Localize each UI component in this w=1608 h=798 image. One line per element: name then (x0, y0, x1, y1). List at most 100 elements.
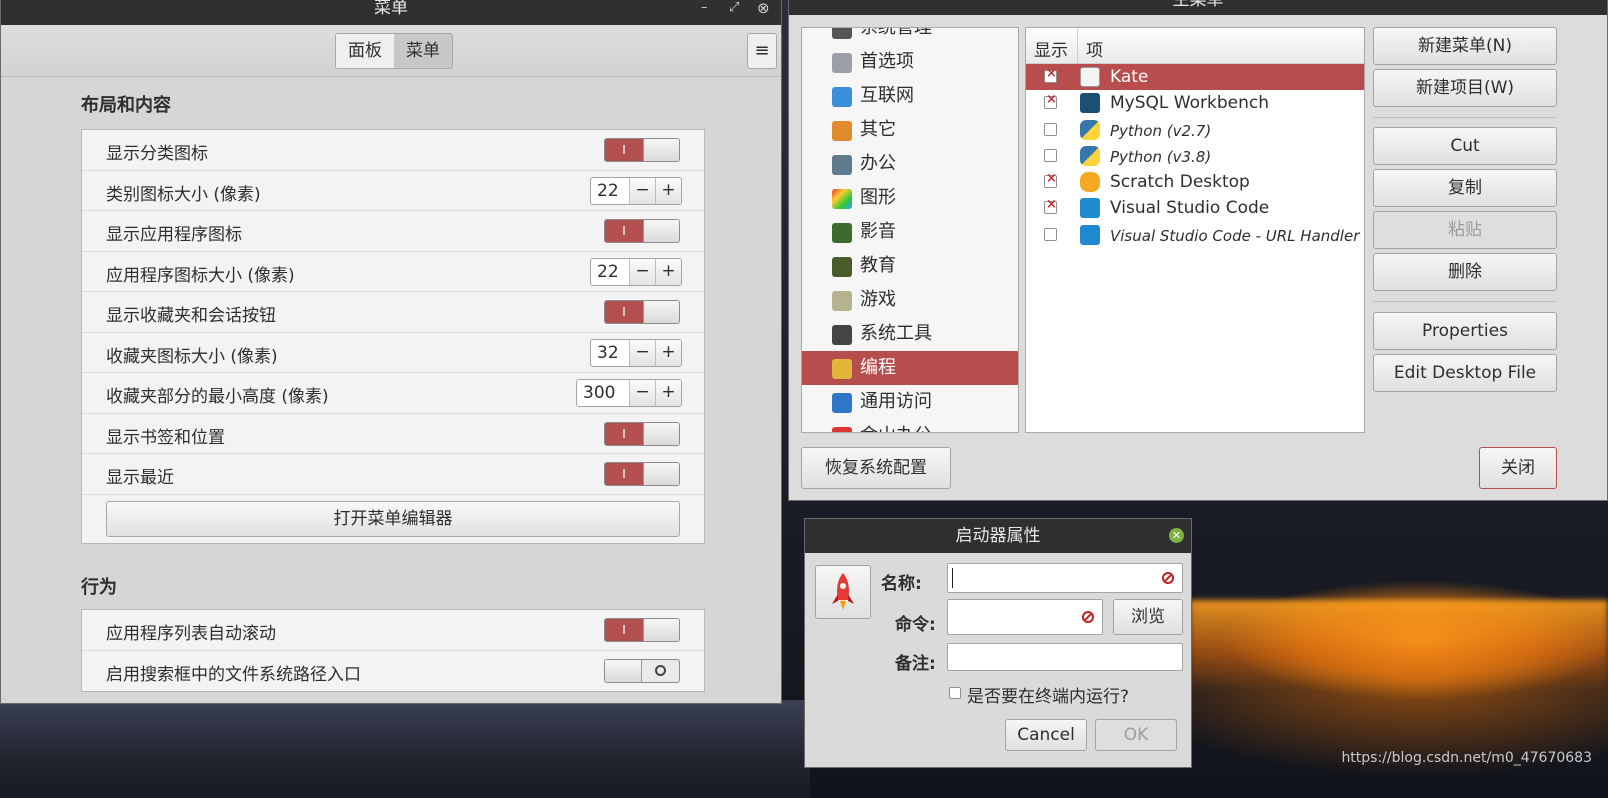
games-icon (832, 291, 852, 311)
show-checkbox[interactable] (1044, 171, 1057, 189)
education-icon (832, 257, 852, 277)
name-field[interactable] (947, 563, 1183, 593)
comment-label: 备注: (895, 654, 936, 674)
category-item-wps[interactable]: 金山办公 (802, 419, 1018, 432)
list-item[interactable]: Visual Studio Code (1026, 195, 1364, 221)
new-item-button[interactable]: 新建项目(W) (1373, 69, 1557, 107)
comment-field[interactable] (947, 643, 1183, 671)
tab-menu[interactable]: 菜单 (394, 34, 452, 68)
button-separator (1373, 301, 1557, 302)
toggle-switch[interactable]: I (604, 219, 680, 243)
spin-value[interactable]: 22 (591, 259, 629, 285)
switch-on-indicator: I (605, 301, 643, 323)
switch-knob (643, 139, 679, 161)
watermark: https://blog.csdn.net/m0_47670683 (1341, 750, 1592, 766)
spin-value[interactable]: 300 (577, 380, 629, 406)
column-header-show[interactable]: 显示 (1034, 36, 1068, 61)
toggle-switch[interactable]: I (604, 138, 680, 162)
close-icon[interactable]: ✕ (1169, 528, 1184, 543)
increment-button[interactable]: + (655, 258, 681, 285)
decrement-button[interactable]: − (629, 380, 655, 406)
spin-value[interactable]: 22 (591, 178, 629, 204)
toggle-switch[interactable]: I (604, 300, 680, 324)
command-field[interactable] (947, 599, 1103, 635)
setting-row: 应用程序列表自动滚动 I (82, 610, 704, 651)
cut-button[interactable]: Cut (1373, 127, 1557, 165)
spin-button: 22 − + (590, 176, 682, 205)
window-title: 菜单 (374, 0, 408, 18)
minimize-icon[interactable]: – (701, 0, 708, 21)
list-item[interactable]: MySQL Workbench (1026, 90, 1364, 116)
toggle-switch[interactable]: I (604, 421, 680, 446)
category-item-accessibility[interactable]: 通用访问 (802, 385, 1018, 419)
delete-button[interactable]: 删除 (1373, 253, 1557, 291)
show-checkbox[interactable] (1044, 148, 1057, 162)
list-item[interactable]: Visual Studio Code - URL Handler (1026, 222, 1364, 248)
open-menu-editor-button[interactable]: 打开菜单编辑器 (106, 500, 680, 537)
category-label: 办公 (860, 153, 896, 174)
list-item[interactable]: Python (v2.7) (1026, 117, 1364, 143)
spin-button: 32 − + (590, 338, 682, 367)
column-header-item[interactable]: 项 (1086, 36, 1103, 61)
list-item[interactable]: Kate (1026, 64, 1364, 91)
toggle-switch[interactable]: I (604, 618, 680, 642)
menu-window-titlebar: 菜单 – ⤢ ⊗ (1, 0, 781, 25)
browse-button[interactable]: 浏览 (1113, 599, 1183, 635)
decrement-button[interactable]: − (629, 258, 655, 285)
spin-value[interactable]: 32 (591, 340, 629, 366)
close-button[interactable]: 关闭 (1479, 447, 1557, 489)
list-item[interactable]: Python (v3.8) (1026, 143, 1364, 169)
switch-on-indicator: I (605, 463, 643, 485)
main-menu-editor-window: 主菜单 系统管理 首选项 互联网 其它 办公 图形 影音 教育 游戏 系统工具 … (788, 0, 1608, 501)
category-item-games[interactable]: 游戏 (802, 283, 1018, 317)
maximize-icon[interactable]: ⤢ (729, 0, 739, 21)
hamburger-menu-icon[interactable]: ≡ (747, 33, 777, 69)
launcher-icon-button[interactable] (815, 565, 871, 619)
paste-button[interactable]: 粘贴 (1373, 211, 1557, 249)
category-item-graphics[interactable]: 图形 (802, 181, 1018, 215)
category-item-system-tools[interactable]: 系统工具 (802, 317, 1018, 351)
new-menu-button[interactable]: 新建菜单(N) (1373, 27, 1557, 65)
spin-button: 22 − + (590, 257, 682, 286)
list-item[interactable]: Scratch Desktop (1026, 169, 1364, 195)
category-list[interactable]: 系统管理 首选项 互联网 其它 办公 图形 影音 教育 游戏 系统工具 编程 通… (801, 27, 1019, 433)
category-item-other[interactable]: 其它 (802, 113, 1018, 147)
show-checkbox[interactable] (1044, 122, 1057, 136)
toggle-switch[interactable] (604, 658, 680, 683)
category-item-multimedia[interactable]: 影音 (802, 215, 1018, 249)
items-list[interactable]: 显示 项 Kate MySQL Workbench Python (v2.7) … (1025, 27, 1365, 433)
setting-label: 应用程序图标大小 (像素) (106, 265, 295, 286)
behavior-settings-panel: 应用程序列表自动滚动 I 启用搜索框中的文件系统路径入口 (81, 609, 705, 692)
terminal-checkbox[interactable] (949, 687, 961, 699)
toggle-switch[interactable]: I (604, 462, 680, 486)
terminal-label: 是否要在终端内运行? (967, 687, 1130, 707)
show-checkbox[interactable] (1044, 92, 1057, 110)
ok-button[interactable]: OK (1095, 719, 1177, 751)
category-item-internet[interactable]: 互联网 (802, 79, 1018, 113)
increment-button[interactable]: + (655, 380, 681, 406)
increment-button[interactable]: + (655, 339, 681, 366)
category-item-programming[interactable]: 编程 (802, 351, 1018, 385)
close-icon[interactable]: ⊗ (757, 0, 770, 21)
edit-desktop-file-button[interactable]: Edit Desktop File (1373, 354, 1557, 392)
show-checkbox[interactable] (1044, 66, 1057, 83)
show-checkbox[interactable] (1044, 227, 1057, 241)
cancel-button[interactable]: Cancel (1005, 719, 1087, 751)
tab-panel[interactable]: 面板 (336, 34, 394, 68)
category-label: 图形 (860, 187, 896, 208)
python-icon (1080, 145, 1100, 166)
decrement-button[interactable]: − (629, 177, 655, 204)
show-checkbox[interactable] (1044, 197, 1057, 215)
dialog-title: 启动器属性 (955, 526, 1041, 546)
category-item-office[interactable]: 办公 (802, 147, 1018, 181)
category-item-admin[interactable]: 系统管理 (802, 28, 1018, 45)
properties-button[interactable]: Properties (1373, 312, 1557, 350)
restore-system-config-button[interactable]: 恢复系统配置 (801, 447, 951, 489)
decrement-button[interactable]: − (629, 339, 655, 366)
increment-button[interactable]: + (655, 177, 681, 204)
category-item-preferences[interactable]: 首选项 (802, 45, 1018, 79)
other-icon (832, 121, 852, 141)
category-item-education[interactable]: 教育 (802, 249, 1018, 283)
switch-knob (643, 619, 679, 641)
copy-button[interactable]: 复制 (1373, 169, 1557, 207)
